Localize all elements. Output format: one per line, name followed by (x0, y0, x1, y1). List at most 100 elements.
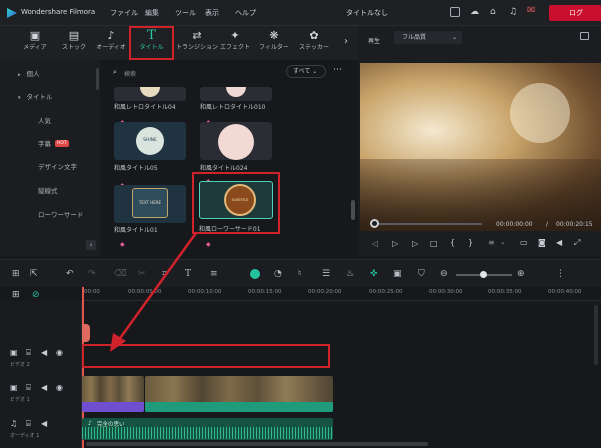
tab-media[interactable]: ▣ メディア (16, 28, 54, 58)
chevron-down-icon[interactable]: ⌄ (500, 238, 506, 246)
zoom-handle[interactable] (480, 271, 487, 278)
collapse-sidebar-icon[interactable]: ‹ (86, 240, 96, 250)
cloud-icon[interactable]: ☁ (470, 7, 479, 17)
audio-clip[interactable]: ♪ 完全の思い (82, 418, 333, 440)
eye-icon[interactable]: ◉ (56, 383, 63, 392)
mark-out-icon[interactable]: } (468, 238, 473, 247)
timeline-scrollbar[interactable] (86, 442, 428, 446)
effect-icon: ✦ (230, 29, 240, 42)
title-card[interactable]: SHINE (114, 122, 186, 160)
link-icon[interactable]: ⊘ (32, 290, 40, 300)
speaker-icon[interactable]: ◀ (41, 348, 47, 357)
mic-icon[interactable]: ♮ (298, 269, 301, 279)
ai-icon[interactable]: ♨ (346, 269, 354, 279)
title-card[interactable]: TEXT HERE (114, 185, 186, 223)
tab-effects[interactable]: ✦ エフェクト (216, 28, 254, 58)
sidebar-item-titles[interactable]: ▾ タイトル (0, 86, 100, 108)
speaker-icon[interactable]: ◀ (41, 383, 47, 392)
search-input[interactable]: 検索 (124, 69, 136, 78)
audio-clip-label: 完全の思い (97, 422, 125, 428)
video-clip[interactable] (82, 376, 144, 412)
premium-gem-icon: ◆ (120, 241, 125, 248)
grid-scrollbar[interactable] (351, 200, 355, 220)
menu-file[interactable]: ファイル (110, 8, 138, 18)
notification-icon[interactable]: ♫ (509, 7, 517, 17)
snapshot-icon[interactable] (580, 32, 589, 40)
display-icon[interactable]: ▭ (520, 238, 528, 247)
tab-filters[interactable]: ❋ フィルター (255, 28, 293, 58)
menu-view[interactable]: 表示 (205, 8, 219, 18)
cart-icon[interactable]: ⌂ (490, 7, 496, 17)
folder-icon: ▣ (29, 29, 41, 42)
sidebar-item-design-text[interactable]: デザイン文字 (0, 156, 100, 178)
title-card-selected[interactable]: SUBTITLE (199, 181, 273, 219)
stop-icon[interactable]: □ (430, 239, 438, 248)
crop-icon[interactable]: ⌗ (162, 269, 167, 279)
auto-highlight-icon[interactable] (250, 269, 260, 279)
sidebar-item-subtitles[interactable]: 字幕 HOT (0, 133, 100, 155)
folder-icon[interactable]: ⌸ (26, 383, 31, 393)
filter-dropdown[interactable]: すべて ⌄ (286, 65, 326, 78)
timeline-ruler[interactable]: 00:00 00:00:05:00 00:00:10:00 00:00:15:0… (82, 287, 601, 301)
more-options-icon[interactable]: ⋯ (333, 65, 342, 75)
chevron-right-icon[interactable]: › (344, 36, 348, 47)
login-button[interactable]: ログ (549, 5, 601, 21)
tab-titles[interactable]: T タイトル (129, 26, 174, 60)
tab-transitions[interactable]: ⇄ トランジション (172, 28, 222, 58)
media-library-icon[interactable] (450, 7, 460, 17)
tab-audio[interactable]: ♪ オーディオ (92, 28, 130, 58)
progress-track[interactable] (374, 223, 482, 225)
marker-icon[interactable]: ⛉ (418, 269, 425, 279)
sidebar-item-personal[interactable]: ▸ 個人 (0, 63, 100, 85)
video-clip[interactable] (145, 376, 333, 412)
folder-icon[interactable]: ⌸ (26, 348, 31, 358)
speed-icon[interactable]: ◔ (274, 269, 282, 279)
tab-stickers[interactable]: ✿ ステッカー (293, 28, 335, 58)
sidebar-item-popular[interactable]: 人気 (0, 110, 100, 132)
mark-in-icon[interactable]: { (450, 238, 455, 247)
select-tool-icon[interactable]: ⇱ (30, 269, 38, 279)
eye-icon[interactable]: ◉ (56, 348, 63, 357)
adjust-icon[interactable]: ≡ (210, 269, 218, 279)
sidebar-item-vertical[interactable]: 縦線式 (0, 180, 100, 202)
settings-grid-icon[interactable]: ⋮ (556, 269, 565, 279)
undo-icon[interactable]: ↶ (66, 269, 74, 279)
render-icon[interactable]: ▣ (393, 269, 402, 279)
volume-icon[interactable]: ◀ (556, 238, 562, 247)
zoom-out-icon[interactable]: ⊖ (440, 269, 448, 279)
next-frame-icon[interactable]: ▷ (412, 239, 418, 248)
menu-tools[interactable]: ツール (175, 8, 196, 18)
quality-dropdown[interactable]: フル品質 ⌄ (394, 31, 462, 44)
add-track-icon[interactable]: ⊞ (12, 290, 20, 300)
delete-icon[interactable]: ⌫ (114, 269, 127, 279)
zoom-in-icon[interactable]: ⊕ (517, 269, 525, 279)
tab-stock[interactable]: ▤ ストック (55, 28, 93, 58)
cut-icon[interactable]: ✂ (138, 269, 146, 279)
playback-label: 再生 (368, 38, 381, 45)
total-time: 00:00:20:15 (556, 221, 593, 228)
progress-handle[interactable] (370, 219, 379, 228)
speaker-icon[interactable]: ◀ (41, 419, 47, 428)
title-card[interactable] (114, 87, 186, 101)
menu-help[interactable]: ヘルプ (235, 8, 256, 18)
camera-icon[interactable]: ◙ (538, 238, 546, 247)
vertical-scrollbar[interactable] (594, 305, 598, 365)
layout-grid-icon[interactable]: ⊞ (12, 269, 20, 279)
sidebar-item-lower-third[interactable]: ローワーサード (0, 204, 100, 226)
title-card[interactable] (200, 87, 272, 101)
sidebar-scrollbar[interactable] (96, 68, 99, 90)
filmora-logo-icon (7, 8, 17, 18)
fullscreen-icon[interactable]: ⤢ (574, 238, 580, 248)
menu-edit[interactable]: 編集 (145, 8, 159, 18)
list-icon[interactable]: ☰ (322, 269, 330, 279)
snap-icon[interactable]: ✜ (370, 269, 378, 279)
prev-frame-icon[interactable]: ◁ (372, 239, 378, 248)
title-card[interactable] (200, 122, 272, 160)
text-tool-icon[interactable]: T (185, 269, 191, 279)
hot-badge: HOT (55, 140, 69, 147)
folder-icon[interactable]: ⌸ (26, 419, 31, 429)
play-icon[interactable]: ▷ (392, 239, 398, 248)
redo-icon[interactable]: ↷ (88, 269, 96, 279)
marker-list-icon[interactable]: ≡ (488, 238, 495, 247)
gift-icon[interactable]: ✉ (527, 6, 535, 16)
